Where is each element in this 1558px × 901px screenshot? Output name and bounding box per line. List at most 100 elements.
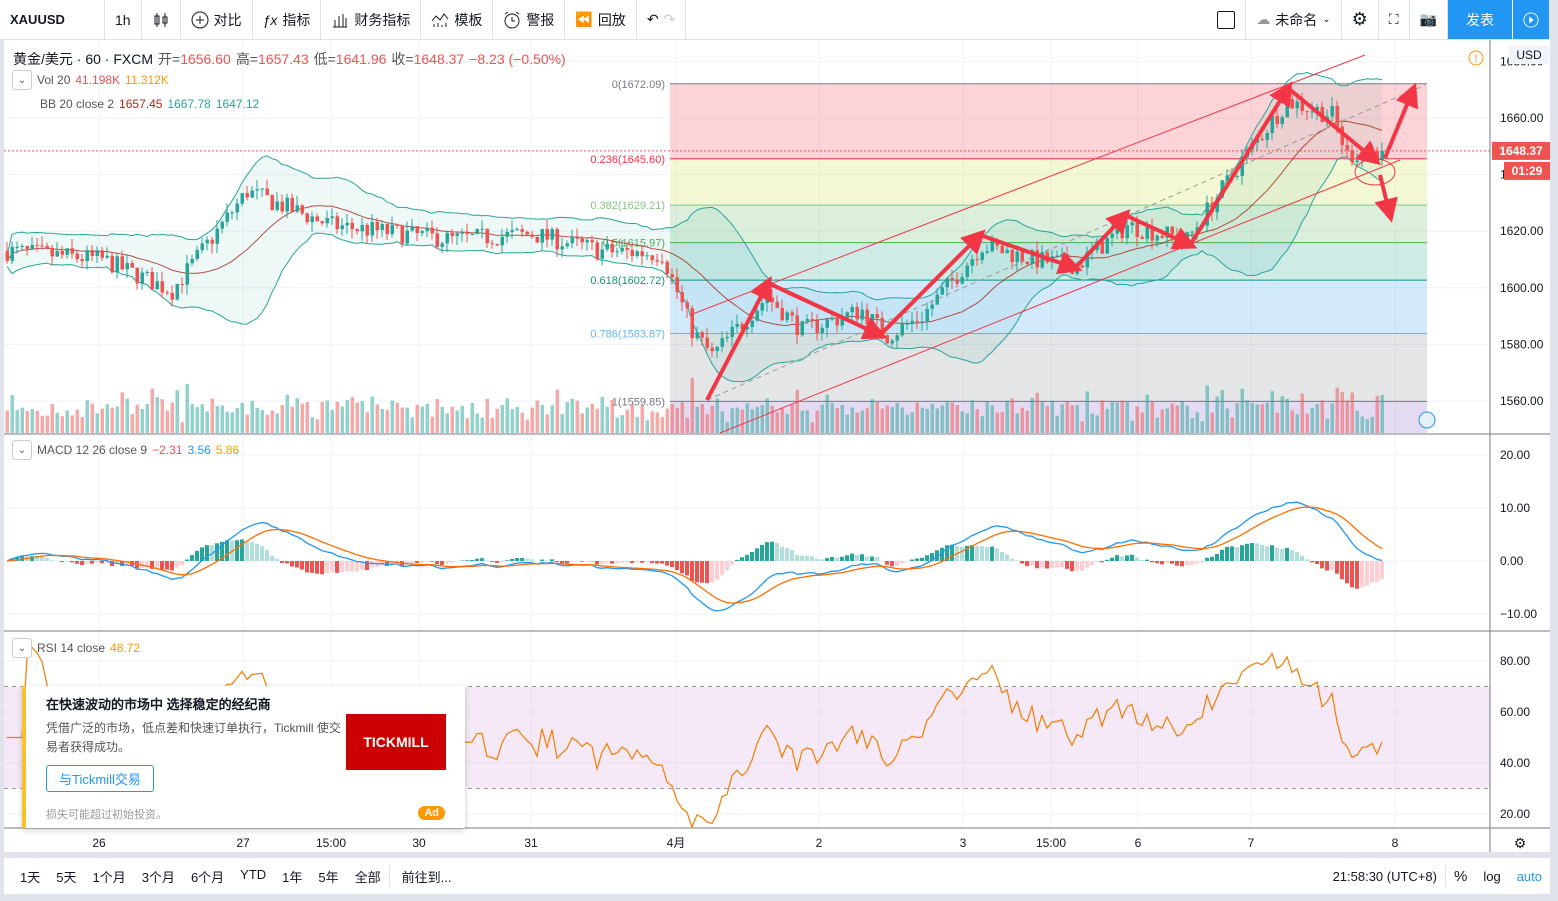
candle-body [625,247,629,250]
layout-button[interactable] [1207,0,1247,39]
collapse-legend-button[interactable]: ⌄ [12,70,32,90]
candle-body [120,256,124,270]
range-all[interactable]: 全部 [347,867,389,886]
candle-body [520,229,524,232]
volume-bar [1070,405,1074,433]
range-1m[interactable]: 1个月 [84,867,133,886]
range-1y[interactable]: 1年 [274,867,310,886]
candle-body [1290,99,1294,109]
goto-date-button[interactable]: 前往到... [390,867,460,886]
macd-tick-label: 0.00 [1500,554,1524,568]
macd-histogram-bar [705,561,709,584]
macd-histogram-bar [725,561,729,571]
ad-description: 凭借广泛的市场，低点差和快速订单执行，Tickmill 使交易者获得成功。 [46,721,341,754]
volume-bar [675,407,679,433]
candle-body [955,279,959,284]
macd-histogram-bar [195,550,199,561]
volume-bar [240,402,244,433]
volume-bar [945,401,949,433]
fullscreen-button[interactable]: ⛶ [1379,0,1410,39]
compare-button[interactable]: 对比 [181,0,253,39]
macd-histogram-bar [640,561,644,563]
macd-histogram-bar [90,561,94,564]
settings-gear-icon[interactable]: ⚙ [1514,835,1527,851]
layout-name-dropdown[interactable]: ☁ 未命名 ⌄ [1246,0,1342,39]
volume-bar [645,420,649,433]
macd-histogram-bar [550,559,554,561]
replay-button[interactable]: ⏪ 回放 [565,0,637,39]
candle-body [210,239,214,244]
candle-body [845,312,849,318]
collapse-macd-button[interactable]: ⌄ [12,440,32,460]
volume-bar [470,402,474,433]
candle-body [65,248,69,255]
volume-bar [1045,405,1049,433]
range-5y[interactable]: 5年 [310,867,346,886]
macd-histogram-bar [530,559,534,561]
volume-bar [865,408,869,433]
volume-bar [1355,410,1359,433]
macd-histogram-bar [1265,546,1269,561]
candle-body [925,308,929,322]
macd-histogram-bar [680,561,684,574]
volume-bar [175,390,179,433]
volume-bar [900,407,904,433]
volume-bar [1380,394,1384,433]
candle-body [285,197,289,212]
candle-body [665,261,669,275]
macd-histogram-bar [660,561,664,564]
volume-bar [1120,400,1124,433]
volume-bar [795,389,799,433]
ad-cta-button[interactable]: 与Tickmill交易 [46,765,154,792]
candle-body [1280,117,1284,125]
symbol-search-button[interactable]: XAUUSD [0,0,105,39]
volume-bar [425,403,429,433]
macd-histogram-bar [305,561,309,573]
range-5d[interactable]: 5天 [48,867,84,886]
volume-bar [1195,412,1199,433]
candle-body [685,302,689,309]
range-ytd[interactable]: YTD [232,867,274,886]
candle-body [1130,222,1134,226]
collapse-rsi-button[interactable]: ⌄ [12,638,32,658]
play-button[interactable] [1512,0,1550,39]
redo-icon[interactable]: ↷ [664,11,676,28]
chart-type-button[interactable] [142,0,181,39]
financials-button[interactable]: 财务指标 [321,0,422,39]
macd-histogram-bar [1350,561,1354,588]
volume-bar [1050,400,1054,433]
screenshot-button[interactable]: 📷 [1410,0,1448,39]
volume-bar [1100,400,1104,433]
settings-button[interactable]: ⚙ [1342,0,1379,39]
candle-body [875,314,879,318]
volume-bar [935,408,939,433]
macd-histogram-bar [265,549,269,561]
macd-histogram-bar [1115,555,1119,561]
interval-button[interactable]: 1h [105,0,142,39]
range-1d[interactable]: 1天 [12,867,48,886]
volume-bar [490,418,494,433]
volume-bar [1130,420,1134,433]
undo-icon[interactable]: ↶ [647,11,659,28]
range-6m[interactable]: 6个月 [183,867,232,886]
volume-bar [315,419,319,433]
candle-body [1380,150,1384,161]
percent-toggle[interactable]: % [1446,868,1475,885]
log-toggle[interactable]: log [1475,869,1508,884]
time-tick-label: 8 [1392,836,1399,850]
volume-bar [520,412,524,433]
templates-button[interactable]: 模板 [421,0,494,39]
publish-button[interactable]: 发表 [1448,0,1512,39]
tickmill-logo[interactable]: TICKMILL [346,714,446,770]
volume-bar [965,413,969,433]
volume-bar [560,414,564,433]
macd-histogram-bar [975,545,979,561]
indicators-button[interactable]: ƒx 指标 [253,0,322,39]
volume-bar [295,398,299,433]
auto-toggle[interactable]: auto [1509,869,1550,884]
candle-body [700,332,704,338]
range-3m[interactable]: 3个月 [134,867,183,886]
macd-histogram-bar [755,548,759,561]
candle-body [335,216,339,230]
alerts-button[interactable]: 警报 [493,0,566,39]
